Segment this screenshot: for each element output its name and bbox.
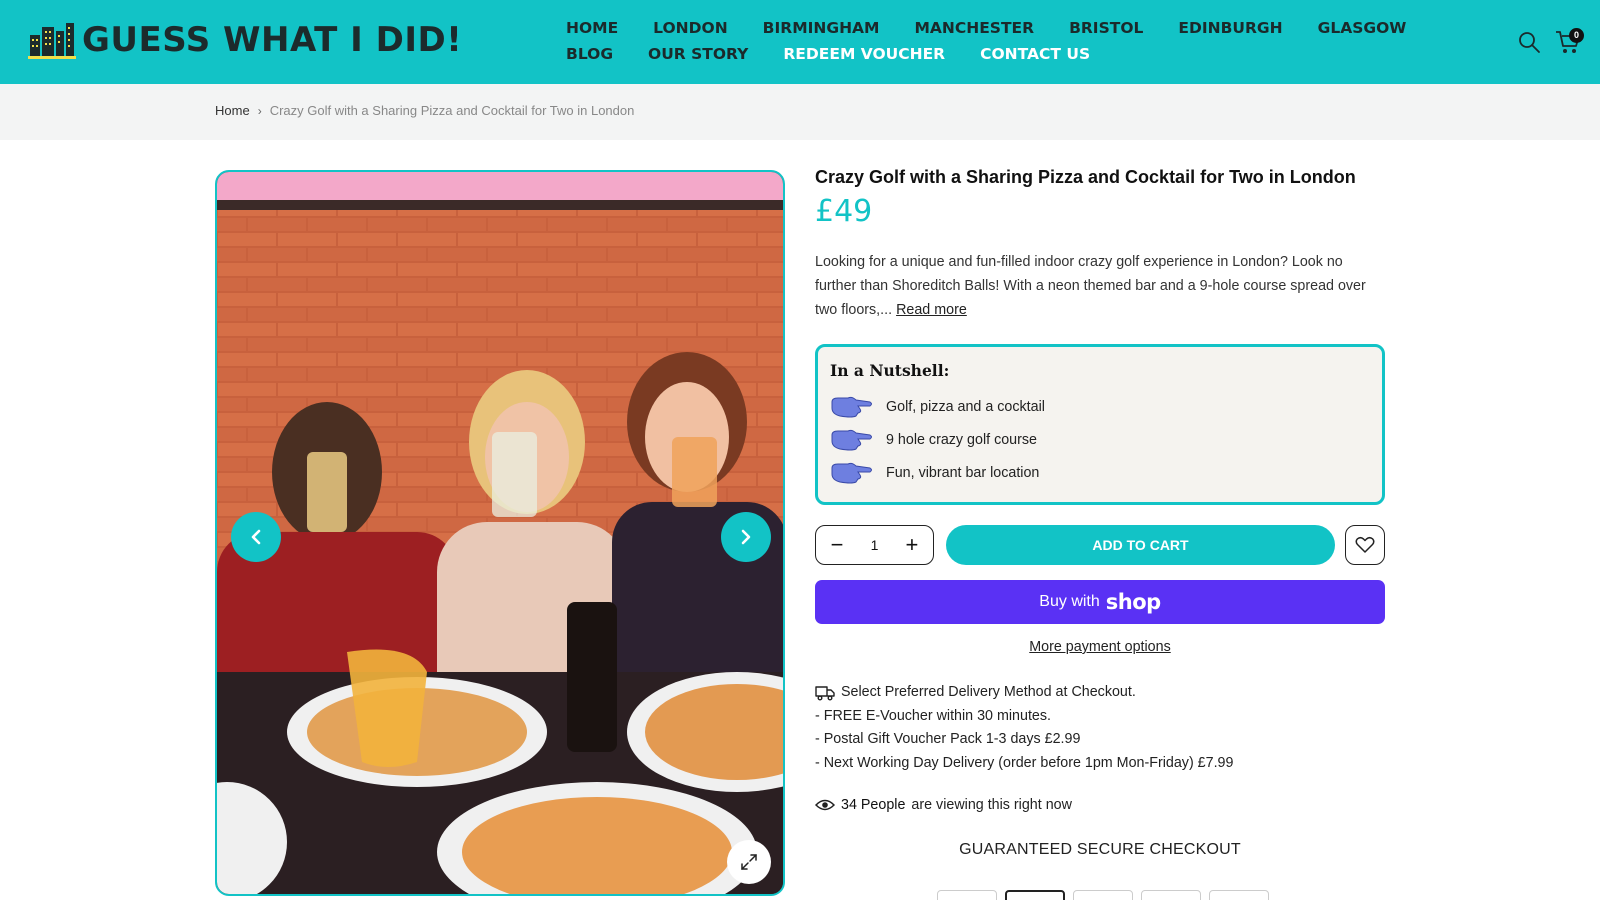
logo-text: GUESS WHAT I DID!	[82, 20, 463, 60]
list-item: Golf, pizza and a cocktail	[830, 390, 1370, 423]
delivery-option: - Postal Gift Voucher Pack 1-3 days £2.9…	[815, 731, 1081, 747]
wishlist-button[interactable]	[1345, 525, 1385, 565]
nav-glasgow[interactable]: GLASGOW	[1318, 17, 1407, 39]
read-more-link[interactable]: Read more	[896, 302, 967, 318]
viewing-suffix: are viewing this right now	[911, 797, 1072, 813]
nav-manchester[interactable]: MANCHESTER	[914, 17, 1034, 39]
nav-edinburgh[interactable]: EDINBURGH	[1178, 17, 1282, 39]
pointing-hand-icon	[831, 462, 872, 483]
nutshell-title: In a Nutshell:	[830, 361, 950, 380]
product-info: Crazy Golf with a Sharing Pizza and Cock…	[815, 160, 1385, 859]
delivery-info: Select Preferred Delivery Method at Chec…	[815, 681, 1385, 775]
list-item: 9 hole crazy golf course	[830, 423, 1370, 456]
truck-icon	[815, 686, 835, 701]
nav-birmingham[interactable]: BIRMINGHAM	[763, 17, 880, 39]
list-item: Fun, vibrant bar location	[830, 456, 1370, 489]
eye-icon	[815, 799, 835, 811]
secure-checkout-label: GUARANTEED SECURE CHECKOUT	[959, 841, 1241, 858]
buy-with-shop-button[interactable]: Buy with shop	[815, 580, 1385, 624]
gallery-zoom-button[interactable]	[727, 840, 771, 884]
heart-icon	[1355, 536, 1375, 553]
delivery-heading: Select Preferred Delivery Method at Chec…	[841, 684, 1136, 700]
delivery-option: - FREE E-Voucher within 30 minutes.	[815, 707, 1051, 724]
quantity-increase-button[interactable]: +	[903, 534, 921, 556]
breadcrumb-current: Crazy Golf with a Sharing Pizza and Cock…	[269, 103, 635, 118]
product-description: Looking for a unique and fun-filled indo…	[815, 250, 1385, 322]
breadcrumb: Home › Crazy Golf with a Sharing Pizza a…	[215, 103, 634, 118]
quantity-value[interactable]: 1	[871, 537, 879, 553]
add-to-cart-row: − 1 + ADD TO CART	[815, 525, 1385, 565]
nav-contact-us[interactable]: CONTACT US	[980, 43, 1090, 65]
nav-bristol[interactable]: BRISTOL	[1069, 17, 1143, 39]
nutshell-item-text: Fun, vibrant bar location	[886, 464, 1040, 481]
shop-brand: shop	[1105, 590, 1161, 614]
gallery-next-button[interactable]	[721, 512, 771, 562]
product-photo	[217, 172, 783, 894]
google-pay-icon	[1073, 890, 1133, 900]
main-nav: HOME LONDON BIRMINGHAM MANCHESTER BRISTO…	[566, 17, 1446, 65]
site-header: GUESS WHAT I DID! HOME LONDON BIRMINGHAM…	[0, 0, 1600, 84]
add-to-cart-button[interactable]: ADD TO CART	[946, 525, 1335, 565]
product-price: £49	[815, 194, 873, 229]
chevron-left-icon	[251, 529, 261, 545]
quantity-decrease-button[interactable]: −	[828, 534, 846, 556]
search-icon[interactable]	[1517, 30, 1541, 54]
chevron-right-icon: ›	[257, 103, 262, 118]
apple-pay-icon	[1005, 890, 1065, 900]
pointing-hand-icon	[831, 429, 872, 450]
breadcrumb-bar: Home › Crazy Golf with a Sharing Pizza a…	[0, 84, 1600, 140]
nav-home[interactable]: HOME	[566, 17, 618, 39]
breadcrumb-home[interactable]: Home	[215, 103, 250, 118]
chevron-right-icon	[741, 529, 751, 545]
viewing-now: 34 People are viewing this right now	[815, 797, 1385, 813]
visa-icon	[1209, 890, 1269, 900]
nav-our-story[interactable]: OUR STORY	[648, 43, 748, 65]
buy-with-label: Buy with	[1039, 593, 1100, 610]
nutshell-item-text: Golf, pizza and a cocktail	[886, 398, 1045, 415]
nav-london[interactable]: LONDON	[653, 17, 728, 39]
site-logo[interactable]: GUESS WHAT I DID!	[28, 18, 462, 62]
mastercard-icon	[1141, 890, 1201, 900]
expand-icon	[741, 854, 757, 870]
viewing-count: 34 People	[841, 797, 906, 813]
quantity-stepper: − 1 +	[815, 525, 934, 565]
gallery-prev-button[interactable]	[231, 512, 281, 562]
delivery-heading-row: Select Preferred Delivery Method at Chec…	[815, 681, 1385, 705]
more-payment-options-link[interactable]: More payment options	[815, 639, 1385, 655]
product-title: Crazy Golf with a Sharing Pizza and Cock…	[815, 167, 1356, 187]
pointing-hand-icon	[831, 396, 872, 417]
nav-redeem-voucher[interactable]: REDEEM VOUCHER	[783, 43, 945, 65]
nutshell-item-text: 9 hole crazy golf course	[886, 431, 1037, 448]
paypal-icon	[937, 890, 997, 900]
cart-count-badge: 0	[1569, 28, 1584, 43]
nav-blog[interactable]: BLOG	[566, 43, 613, 65]
nutshell-box: In a Nutshell: Golf, pizza and a cocktai…	[815, 344, 1385, 505]
product-gallery[interactable]	[215, 170, 785, 896]
payment-icons	[937, 890, 1269, 900]
city-skyline-icon	[28, 23, 76, 59]
delivery-option: - Next Working Day Delivery (order befor…	[815, 754, 1234, 771]
